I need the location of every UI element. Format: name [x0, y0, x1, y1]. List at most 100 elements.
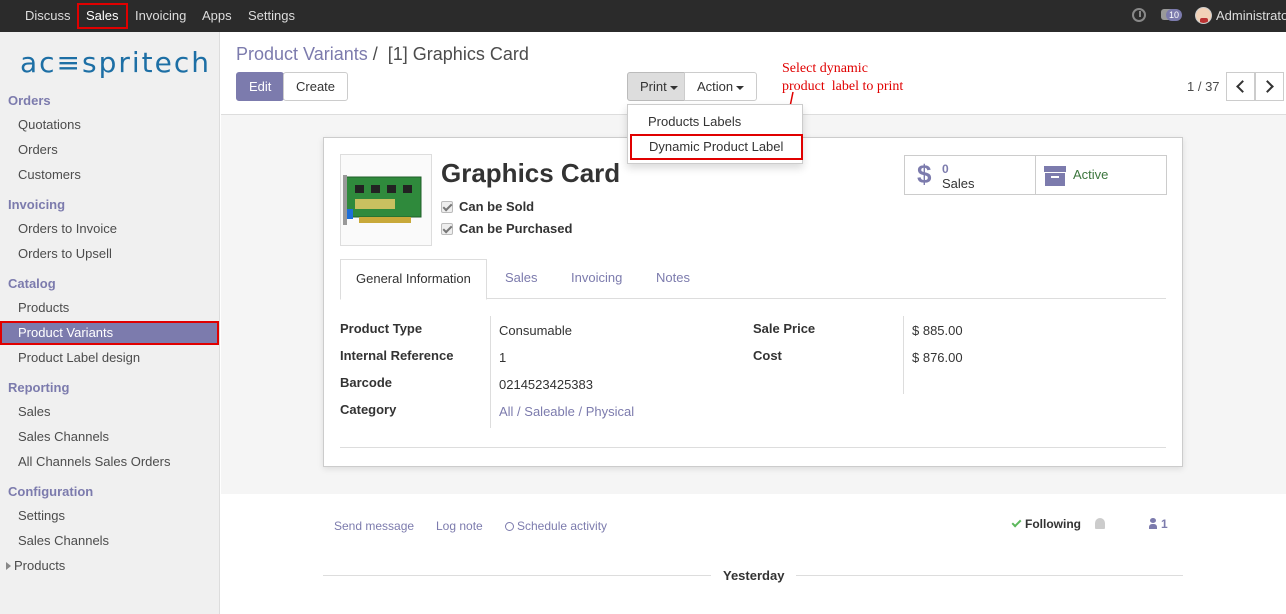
sidebar-item-products[interactable]: Products — [18, 300, 69, 315]
check-icon — [1011, 517, 1022, 528]
breadcrumb-current: [1] Graphics Card — [387, 44, 529, 64]
clock-icon — [505, 522, 514, 531]
product-name: Graphics Card — [441, 158, 621, 188]
following-toggle[interactable]: Following — [1011, 517, 1081, 531]
top-navbar: Discuss Sales Invoicing Apps Settings 10… — [0, 0, 1286, 32]
sidebar: ac≡spritech Orders Quotations Orders Cus… — [0, 32, 220, 614]
activity-clock-icon[interactable] — [1132, 8, 1146, 22]
user-icon[interactable] — [1149, 518, 1157, 529]
sales-label: Sales — [942, 176, 975, 191]
field-label-cost: Cost — [753, 348, 782, 363]
sidebar-item-sales[interactable]: Sales — [18, 404, 51, 419]
print-button-label: Print — [640, 79, 667, 94]
field-label-barcode: Barcode — [340, 375, 393, 390]
schedule-activity-button[interactable]: Schedule activity — [505, 519, 607, 533]
menu-item-products-labels[interactable]: Products Labels — [648, 114, 741, 129]
can-be-sold-label: Can be Sold — [459, 199, 535, 214]
field-label-sale-price: Sale Price — [753, 321, 816, 336]
date-separator: Yesterday — [711, 568, 797, 583]
bell-icon[interactable] — [1095, 518, 1105, 529]
action-button[interactable]: Action — [684, 72, 758, 101]
sidebar-item-settings[interactable]: Settings — [18, 508, 65, 523]
sidebar-item-orders[interactable]: Orders — [18, 142, 58, 157]
can-be-sold-checkbox[interactable] — [441, 201, 453, 213]
sidebar-section-invoicing: Invoicing — [8, 197, 66, 212]
field-label-internal-reference: Internal Reference — [340, 348, 454, 363]
field-value-sale-price: $ 885.00 — [912, 323, 963, 338]
sidebar-item-config-sales-channels[interactable]: Sales Channels — [18, 533, 109, 548]
sidebar-item-product-variants[interactable]: Product Variants — [0, 321, 219, 345]
product-image[interactable] — [340, 154, 432, 246]
sidebar-section-catalog: Catalog — [8, 276, 56, 291]
send-message-button[interactable]: Send message — [334, 519, 414, 533]
tab-general-information[interactable]: General Information — [340, 259, 487, 300]
nav-invoicing[interactable]: Invoicing — [135, 0, 186, 32]
user-menu[interactable]: Administrator — [1216, 0, 1286, 32]
chevron-right-icon — [1261, 80, 1274, 93]
nav-apps[interactable]: Apps — [202, 0, 232, 32]
sidebar-item-orders-to-upsell[interactable]: Orders to Upsell — [18, 246, 112, 261]
create-button[interactable]: Create — [283, 72, 349, 101]
user-avatar[interactable] — [1195, 7, 1212, 24]
sidebar-section-reporting: Reporting — [8, 380, 70, 395]
active-label: Active — [1073, 167, 1109, 182]
main-content: Product Variants / [1] Graphics Card Edi… — [221, 32, 1286, 614]
chevron-left-icon — [1236, 80, 1249, 93]
sidebar-item-quotations[interactable]: Quotations — [18, 117, 81, 132]
nav-sales[interactable]: Sales — [77, 3, 128, 29]
chevron-down-icon — [669, 85, 678, 90]
print-button[interactable]: Print — [627, 72, 691, 101]
sheet-divider — [340, 447, 1166, 448]
pager-counter[interactable]: 1 / 37 — [1187, 79, 1220, 94]
form-tabs: General Information Sales Invoicing Note… — [340, 259, 1166, 300]
tab-sales[interactable]: Sales — [505, 259, 538, 299]
sidebar-item-all-channels-sales-orders[interactable]: All Channels Sales Orders — [18, 454, 170, 469]
messages-badge: 10 — [1166, 9, 1183, 21]
field-value-product-type: Consumable — [499, 323, 572, 338]
followers-count[interactable]: 1 — [1161, 517, 1168, 531]
field-label-category: Category — [340, 402, 397, 417]
company-logo: ac≡spritech — [20, 46, 212, 79]
sidebar-item-customers[interactable]: Customers — [18, 167, 81, 182]
tab-invoicing[interactable]: Invoicing — [571, 259, 622, 299]
field-divider — [490, 316, 491, 428]
breadcrumb: Product Variants / [1] Graphics Card — [236, 44, 529, 65]
sidebar-item-config-products[interactable]: Products — [14, 558, 65, 573]
schedule-activity-label: Schedule activity — [517, 519, 608, 533]
action-button-label: Action — [697, 79, 734, 94]
breadcrumb-separator: / — [372, 44, 378, 64]
menu-item-dynamic-product-label[interactable]: Dynamic Product Label — [630, 134, 803, 160]
breadcrumb-parent[interactable]: Product Variants — [236, 44, 368, 64]
pager-next-button[interactable] — [1255, 72, 1284, 101]
field-value-barcode: 0214523425383 — [499, 377, 593, 392]
field-value-internal-reference: 1 — [499, 350, 507, 365]
nav-discuss[interactable]: Discuss — [25, 0, 71, 32]
form-sheet: Graphics Card Can be Sold Can be Purchas… — [323, 137, 1183, 467]
nav-settings[interactable]: Settings — [248, 0, 295, 32]
expand-caret-icon[interactable] — [6, 562, 11, 570]
sidebar-section-orders: Orders — [8, 93, 51, 108]
sidebar-item-sales-channels[interactable]: Sales Channels — [18, 429, 109, 444]
field-value-category[interactable]: All / Saleable / Physical — [499, 404, 634, 419]
field-value-cost: $ 876.00 — [912, 350, 963, 365]
active-toggle-button[interactable]: Active — [1035, 155, 1167, 195]
dollar-icon: $ — [917, 159, 932, 189]
tab-notes[interactable]: Notes — [656, 259, 690, 299]
sales-count: 0 — [942, 162, 949, 176]
edit-button[interactable]: Edit — [236, 72, 285, 101]
can-be-purchased-label: Can be Purchased — [459, 221, 573, 236]
sales-smart-button[interactable]: $ 0 Sales — [904, 155, 1036, 195]
sidebar-section-configuration: Configuration — [8, 484, 94, 499]
sidebar-item-orders-to-invoice[interactable]: Orders to Invoice — [18, 221, 117, 236]
graphics-card-icon — [343, 175, 422, 225]
sidebar-item-product-label-design[interactable]: Product Label design — [18, 350, 140, 365]
archive-icon — [1044, 166, 1066, 186]
field-label-product-type: Product Type — [340, 321, 423, 336]
field-divider — [903, 316, 904, 394]
print-dropdown-menu: Products Labels Dynamic Product Label — [627, 104, 803, 164]
following-label: Following — [1025, 517, 1081, 531]
log-note-button[interactable]: Log note — [436, 519, 483, 533]
pager-previous-button[interactable] — [1226, 72, 1255, 101]
can-be-purchased-checkbox[interactable] — [441, 223, 453, 235]
annotation-note: Select dynamic product label to print — [782, 61, 904, 94]
